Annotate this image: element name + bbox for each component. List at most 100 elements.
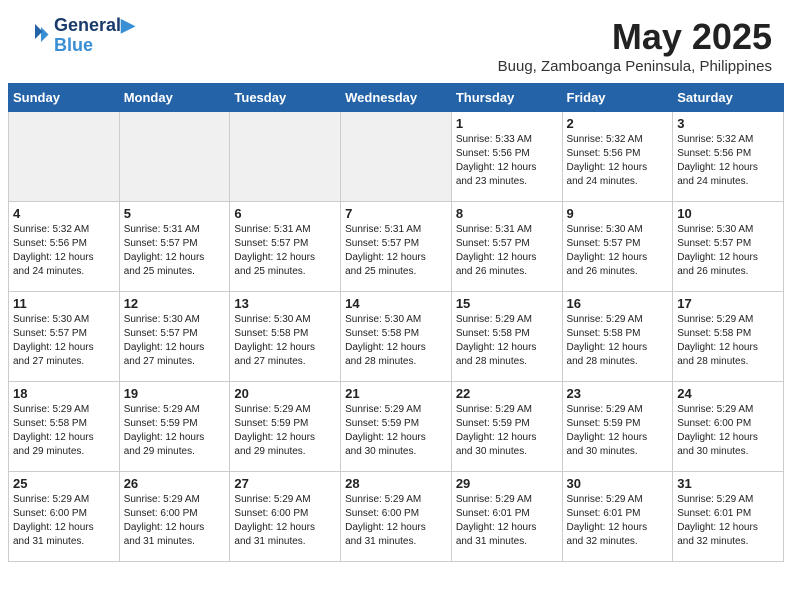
day-info: Sunrise: 5:29 AM Sunset: 6:01 PM Dayligh… <box>456 493 558 549</box>
day-cell <box>230 112 341 202</box>
day-number: 29 <box>456 476 558 491</box>
day-cell: 17 Sunrise: 5:29 AM Sunset: 5:58 PM Dayli… <box>673 292 784 382</box>
day-number: 16 <box>567 296 669 311</box>
day-cell: 25 Sunrise: 5:29 AM Sunset: 6:00 PM Dayli… <box>9 472 120 562</box>
week-row-3: 11 Sunrise: 5:30 AM Sunset: 5:57 PM Dayli… <box>9 292 784 382</box>
day-number: 19 <box>124 386 226 401</box>
day-cell: 10 Sunrise: 5:30 AM Sunset: 5:57 PM Dayli… <box>673 202 784 292</box>
day-info: Sunrise: 5:31 AM Sunset: 5:57 PM Dayligh… <box>234 223 336 279</box>
day-info: Sunrise: 5:29 AM Sunset: 5:58 PM Dayligh… <box>677 313 779 369</box>
day-cell: 29 Sunrise: 5:29 AM Sunset: 6:01 PM Dayli… <box>451 472 562 562</box>
day-cell <box>119 112 230 202</box>
day-info: Sunrise: 5:29 AM Sunset: 5:58 PM Dayligh… <box>456 313 558 369</box>
day-number: 4 <box>13 206 115 221</box>
day-cell: 27 Sunrise: 5:29 AM Sunset: 6:00 PM Dayli… <box>230 472 341 562</box>
day-number: 10 <box>677 206 779 221</box>
day-number: 27 <box>234 476 336 491</box>
title-area: May 2025 Buug, Zamboanga Peninsula, Phil… <box>498 16 772 75</box>
day-cell: 5Sunrise: 5:31 AM Sunset: 5:57 PM Daylig… <box>119 202 230 292</box>
day-cell: 20 Sunrise: 5:29 AM Sunset: 5:59 PM Dayli… <box>230 382 341 472</box>
day-number: 24 <box>677 386 779 401</box>
day-info: Sunrise: 5:29 AM Sunset: 6:00 PM Dayligh… <box>13 493 115 549</box>
day-cell: 18Sunrise: 5:29 AM Sunset: 5:58 PM Dayli… <box>9 382 120 472</box>
day-cell: 6 Sunrise: 5:31 AM Sunset: 5:57 PM Daylig… <box>230 202 341 292</box>
day-info: Sunrise: 5:29 AM Sunset: 5:59 PM Dayligh… <box>567 403 669 459</box>
header-row: Sunday Monday Tuesday Wednesday Thursday… <box>9 84 784 112</box>
week-row-4: 18Sunrise: 5:29 AM Sunset: 5:58 PM Dayli… <box>9 382 784 472</box>
day-info: Sunrise: 5:30 AM Sunset: 5:57 PM Dayligh… <box>567 223 669 279</box>
day-number: 6 <box>234 206 336 221</box>
col-sunday: Sunday <box>9 84 120 112</box>
day-cell: 15Sunrise: 5:29 AM Sunset: 5:58 PM Dayli… <box>451 292 562 382</box>
logo-icon <box>20 21 50 51</box>
day-info: Sunrise: 5:33 AM Sunset: 5:56 PM Dayligh… <box>456 133 558 189</box>
calendar-table: Sunday Monday Tuesday Wednesday Thursday… <box>8 83 784 562</box>
day-info: Sunrise: 5:32 AM Sunset: 5:56 PM Dayligh… <box>13 223 115 279</box>
day-number: 17 <box>677 296 779 311</box>
day-cell: 19 Sunrise: 5:29 AM Sunset: 5:59 PM Dayli… <box>119 382 230 472</box>
week-row-2: 4 Sunrise: 5:32 AM Sunset: 5:56 PM Daylig… <box>9 202 784 292</box>
day-number: 9 <box>567 206 669 221</box>
day-cell: 14 Sunrise: 5:30 AM Sunset: 5:58 PM Dayli… <box>341 292 452 382</box>
day-number: 18 <box>13 386 115 401</box>
day-info: Sunrise: 5:29 AM Sunset: 6:00 PM Dayligh… <box>124 493 226 549</box>
day-info: Sunrise: 5:29 AM Sunset: 6:00 PM Dayligh… <box>677 403 779 459</box>
day-number: 7 <box>345 206 447 221</box>
calendar-header: Sunday Monday Tuesday Wednesday Thursday… <box>9 84 784 112</box>
day-number: 12 <box>124 296 226 311</box>
day-info: Sunrise: 5:29 AM Sunset: 5:59 PM Dayligh… <box>234 403 336 459</box>
day-cell: 21 Sunrise: 5:29 AM Sunset: 5:59 PM Dayli… <box>341 382 452 472</box>
week-row-1: 1 Sunrise: 5:33 AM Sunset: 5:56 PM Daylig… <box>9 112 784 202</box>
page-header: General▶ Blue May 2025 Buug, Zamboanga P… <box>0 0 792 83</box>
day-number: 21 <box>345 386 447 401</box>
day-cell: 1 Sunrise: 5:33 AM Sunset: 5:56 PM Daylig… <box>451 112 562 202</box>
day-cell: 11Sunrise: 5:30 AM Sunset: 5:57 PM Dayli… <box>9 292 120 382</box>
day-number: 3 <box>677 116 779 131</box>
day-cell: 2Sunrise: 5:32 AM Sunset: 5:56 PM Daylig… <box>562 112 673 202</box>
col-wednesday: Wednesday <box>341 84 452 112</box>
day-cell: 9 Sunrise: 5:30 AM Sunset: 5:57 PM Daylig… <box>562 202 673 292</box>
day-cell: 24 Sunrise: 5:29 AM Sunset: 6:00 PM Dayli… <box>673 382 784 472</box>
day-number: 28 <box>345 476 447 491</box>
day-info: Sunrise: 5:31 AM Sunset: 5:57 PM Dayligh… <box>456 223 558 279</box>
logo-text: General▶ Blue <box>54 16 135 56</box>
day-info: Sunrise: 5:32 AM Sunset: 5:56 PM Dayligh… <box>677 133 779 189</box>
day-info: Sunrise: 5:31 AM Sunset: 5:57 PM Dayligh… <box>345 223 447 279</box>
calendar-wrapper: Sunday Monday Tuesday Wednesday Thursday… <box>0 83 792 570</box>
day-number: 20 <box>234 386 336 401</box>
day-info: Sunrise: 5:30 AM Sunset: 5:57 PM Dayligh… <box>677 223 779 279</box>
day-cell: 22 Sunrise: 5:29 AM Sunset: 5:59 PM Dayli… <box>451 382 562 472</box>
col-thursday: Thursday <box>451 84 562 112</box>
day-cell: 31 Sunrise: 5:29 AM Sunset: 6:01 PM Dayli… <box>673 472 784 562</box>
day-cell: 3 Sunrise: 5:32 AM Sunset: 5:56 PM Daylig… <box>673 112 784 202</box>
day-cell: 8 Sunrise: 5:31 AM Sunset: 5:57 PM Daylig… <box>451 202 562 292</box>
day-info: Sunrise: 5:29 AM Sunset: 5:59 PM Dayligh… <box>345 403 447 459</box>
day-cell <box>9 112 120 202</box>
day-info: Sunrise: 5:29 AM Sunset: 5:59 PM Dayligh… <box>456 403 558 459</box>
day-info: Sunrise: 5:30 AM Sunset: 5:58 PM Dayligh… <box>345 313 447 369</box>
day-number: 11 <box>13 296 115 311</box>
day-info: Sunrise: 5:29 AM Sunset: 6:00 PM Dayligh… <box>345 493 447 549</box>
day-number: 2 <box>567 116 669 131</box>
day-number: 14 <box>345 296 447 311</box>
day-info: Sunrise: 5:29 AM Sunset: 5:59 PM Dayligh… <box>124 403 226 459</box>
location: Buug, Zamboanga Peninsula, Philippines <box>498 58 772 75</box>
day-info: Sunrise: 5:30 AM Sunset: 5:57 PM Dayligh… <box>124 313 226 369</box>
col-friday: Friday <box>562 84 673 112</box>
day-cell: 13Sunrise: 5:30 AM Sunset: 5:58 PM Dayli… <box>230 292 341 382</box>
col-tuesday: Tuesday <box>230 84 341 112</box>
day-number: 22 <box>456 386 558 401</box>
day-cell: 26Sunrise: 5:29 AM Sunset: 6:00 PM Dayli… <box>119 472 230 562</box>
day-number: 30 <box>567 476 669 491</box>
day-info: Sunrise: 5:29 AM Sunset: 6:00 PM Dayligh… <box>234 493 336 549</box>
day-info: Sunrise: 5:29 AM Sunset: 5:58 PM Dayligh… <box>567 313 669 369</box>
day-number: 23 <box>567 386 669 401</box>
day-number: 1 <box>456 116 558 131</box>
day-cell <box>341 112 452 202</box>
day-info: Sunrise: 5:29 AM Sunset: 6:01 PM Dayligh… <box>567 493 669 549</box>
day-number: 31 <box>677 476 779 491</box>
day-number: 25 <box>13 476 115 491</box>
day-info: Sunrise: 5:29 AM Sunset: 6:01 PM Dayligh… <box>677 493 779 549</box>
col-saturday: Saturday <box>673 84 784 112</box>
day-number: 8 <box>456 206 558 221</box>
